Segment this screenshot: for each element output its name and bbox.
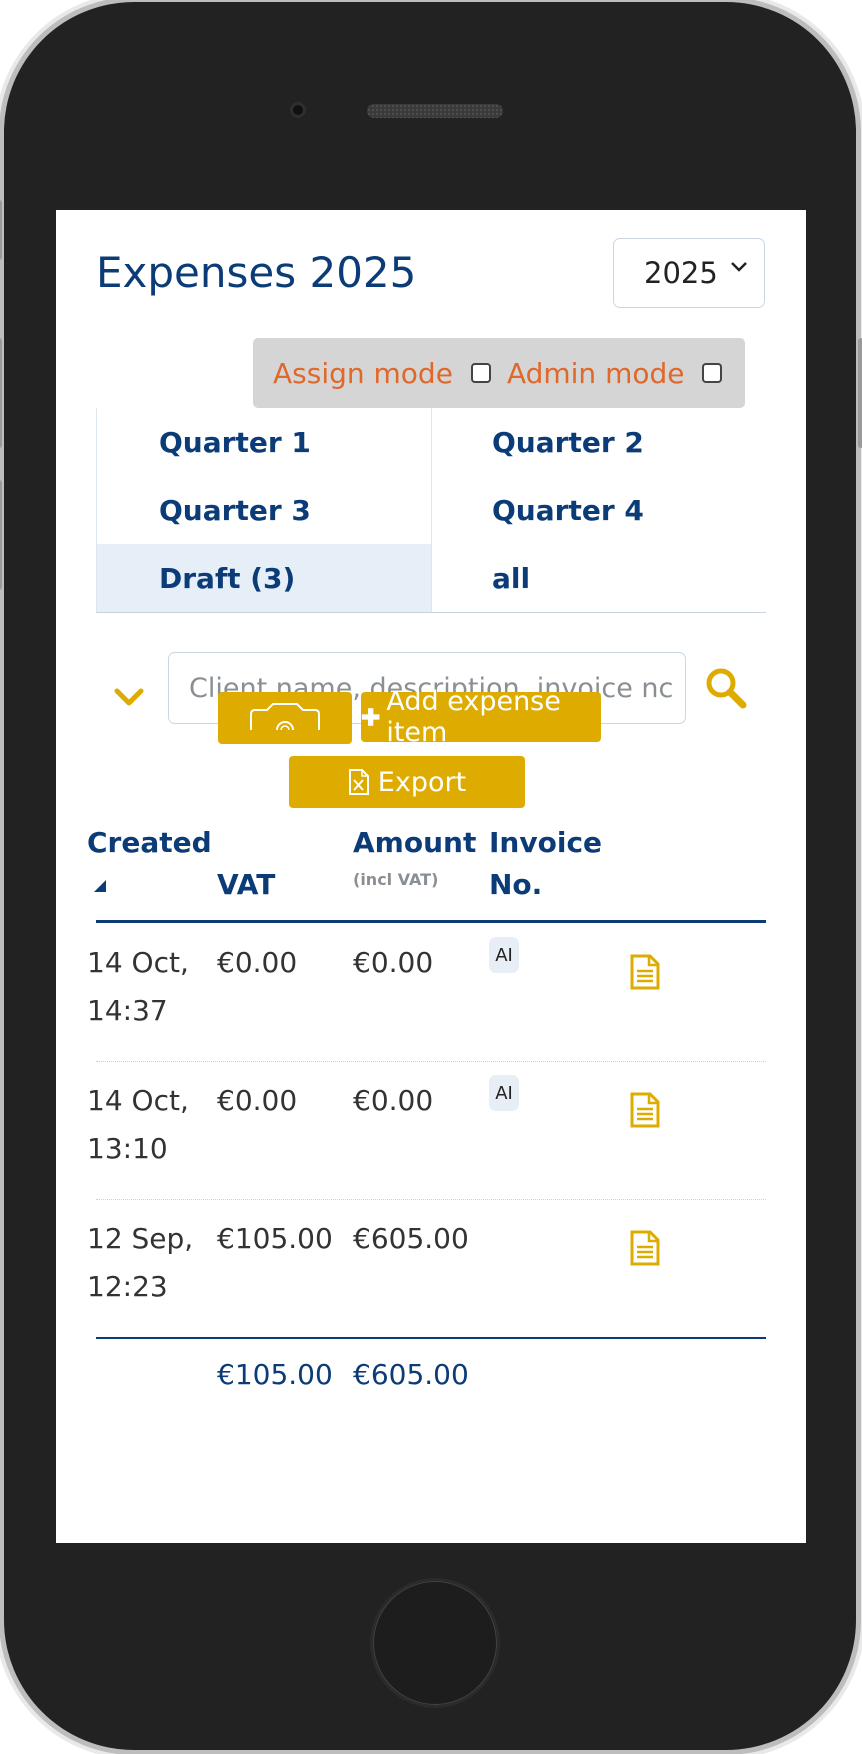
tab-quarter-2[interactable]: Quarter 2 — [432, 408, 766, 476]
admin-mode-label: Admin mode — [506, 356, 685, 390]
cell-created-time: 14:37 — [87, 994, 168, 1027]
admin-mode-checkbox[interactable] — [702, 363, 723, 383]
app-screen: Expenses 2025 2025 Assign mode Admin mod… — [56, 210, 806, 1543]
table-row[interactable]: 14 Oct, 14:37 €0.00 €0.00 AI — [87, 923, 766, 1062]
assign-mode-checkbox[interactable] — [470, 363, 491, 383]
table-row[interactable]: 12 Sep, 12:23 €105.00 €605.00 — [87, 1199, 766, 1337]
period-tabs: Quarter 1 Quarter 2 Quarter 3 Quarter 4 … — [96, 408, 766, 613]
header-invoice[interactable]: Invoice — [489, 826, 602, 859]
year-select-value: 2025 — [644, 256, 718, 290]
cell-amount: €605.00 — [353, 1222, 469, 1255]
scan-receipt-button[interactable] — [218, 692, 352, 744]
document-icon[interactable] — [629, 953, 661, 991]
cell-created-time: 12:23 — [87, 1270, 168, 1303]
phone-power-button — [858, 338, 862, 448]
year-select[interactable]: 2025 — [613, 238, 765, 308]
tab-quarter-3[interactable]: Quarter 3 — [96, 476, 432, 544]
cell-created-date: 14 Oct, — [87, 946, 189, 979]
header-amount[interactable]: Amount — [353, 826, 476, 859]
totals-divider — [96, 1337, 766, 1339]
cell-created-time: 13:10 — [87, 1132, 168, 1165]
plus-icon — [361, 708, 380, 726]
ai-badge: AI — [489, 1075, 519, 1111]
cell-vat: €0.00 — [217, 1084, 298, 1117]
page-title: Expenses 2025 — [96, 248, 417, 297]
home-button[interactable] — [370, 1578, 500, 1708]
add-expense-button[interactable]: Add expense item — [361, 686, 601, 748]
phone-volume-down-button — [0, 480, 2, 590]
cell-vat: €0.00 — [217, 946, 298, 979]
cell-vat: €105.00 — [217, 1222, 333, 1255]
search-icon[interactable] — [704, 666, 748, 710]
filter-toggle-chevron-icon[interactable] — [114, 688, 144, 708]
ai-badge: AI — [489, 937, 519, 973]
export-label: Export — [377, 766, 467, 798]
tab-quarter-4[interactable]: Quarter 4 — [432, 476, 766, 544]
header-vat[interactable]: VAT — [217, 868, 275, 901]
header-amount-sub: (incl VAT) — [353, 870, 439, 889]
header-invoice-no: No. — [489, 868, 543, 901]
cell-created-date: 14 Oct, — [87, 1084, 189, 1117]
cell-created-date: 12 Sep, — [87, 1222, 194, 1255]
table-row[interactable]: 14 Oct, 13:10 €0.00 €0.00 AI — [87, 1061, 766, 1200]
tab-all[interactable]: all — [432, 544, 766, 612]
phone-silent-switch — [0, 200, 2, 260]
front-camera — [290, 102, 306, 118]
cell-amount: €0.00 — [353, 946, 434, 979]
camera-icon — [250, 703, 320, 731]
tab-draft[interactable]: Draft (3) — [96, 544, 432, 612]
earpiece-speaker — [367, 104, 503, 118]
header-created[interactable]: Created — [87, 826, 212, 859]
document-icon[interactable] — [629, 1091, 661, 1129]
assign-mode-label: Assign mode — [273, 356, 453, 390]
mode-toggles: Assign mode Admin mode — [253, 338, 745, 408]
excel-file-icon — [348, 769, 369, 795]
total-amount: €605.00 — [353, 1358, 469, 1391]
phone-volume-up-button — [0, 338, 2, 448]
tab-quarter-1[interactable]: Quarter 1 — [96, 408, 432, 476]
total-vat: €105.00 — [217, 1358, 333, 1391]
chevron-down-icon — [731, 262, 747, 272]
document-icon[interactable] — [629, 1229, 661, 1267]
cell-amount: €0.00 — [353, 1084, 434, 1117]
export-button[interactable]: Export — [289, 756, 525, 808]
sort-descending-icon[interactable] — [94, 880, 106, 892]
add-expense-label: Add expense item — [386, 686, 561, 748]
